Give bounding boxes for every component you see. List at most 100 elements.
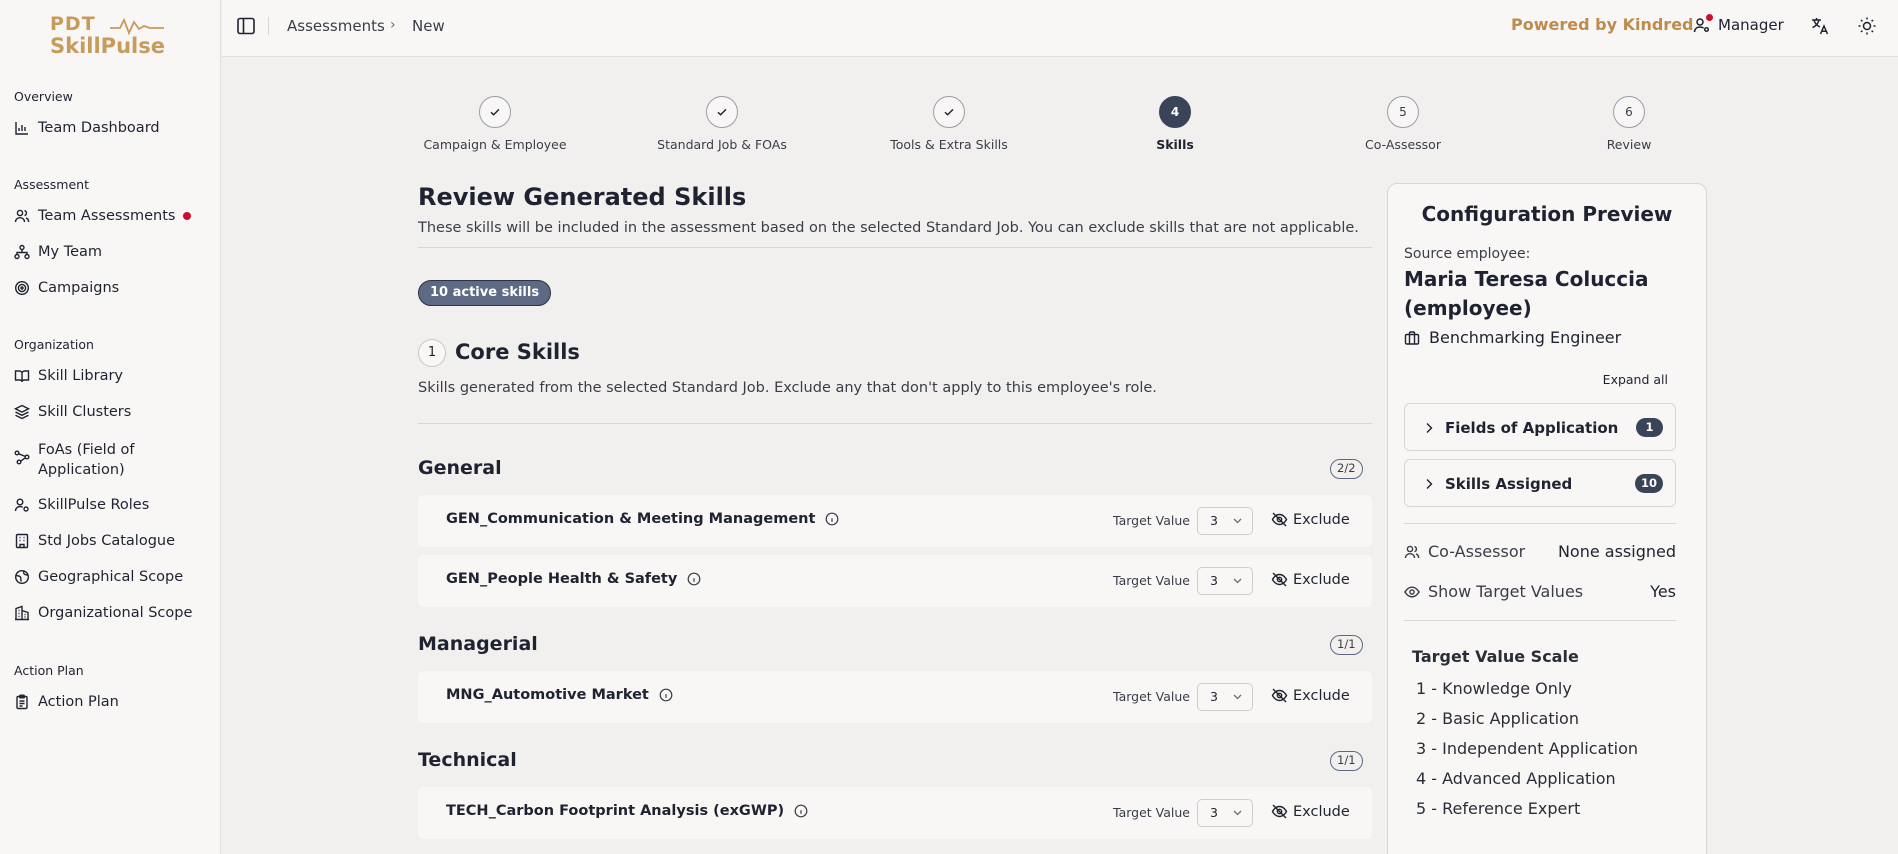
user-role-icon <box>1693 14 1713 34</box>
eye-off-icon <box>1271 572 1288 587</box>
show-target-values-row: Show Target Values Yes <box>1404 582 1676 601</box>
step-label: Review <box>1606 137 1652 152</box>
step-review[interactable]: 6 Review <box>1539 96 1719 152</box>
sidebar-item-organizational-scope[interactable]: Organizational Scope <box>14 605 192 621</box>
sidebar-item-label: Geographical Scope <box>38 569 184 585</box>
skill-row: MNG_Automotive Market Target Value 3 Exc… <box>418 671 1372 723</box>
accordion-skills-assigned[interactable]: Skills Assigned 10 <box>1404 459 1676 507</box>
user-cog-icon <box>14 498 29 512</box>
role-switcher[interactable]: Manager <box>1693 14 1784 34</box>
brand-logo[interactable]: PDT SkillPulse <box>50 14 170 58</box>
info-icon[interactable] <box>659 688 673 702</box>
target-value-select[interactable]: 3 <box>1197 567 1253 595</box>
step-number: 4 <box>1159 96 1191 128</box>
step-number: 5 <box>1387 96 1419 128</box>
skill-row: GEN_Communication & Meeting Management T… <box>418 495 1372 547</box>
info-icon[interactable] <box>687 572 701 586</box>
sidebar-toggle-icon[interactable] <box>236 16 256 36</box>
notification-dot <box>183 212 192 220</box>
office-building-icon <box>15 605 29 621</box>
sidebar-item-label: Organizational Scope <box>38 605 193 621</box>
step-check-icon <box>479 96 511 128</box>
step-tools-extra-skills[interactable]: Tools & Extra Skills <box>859 96 1039 152</box>
exclude-button[interactable]: Exclude <box>1271 687 1350 704</box>
sidebar-item-skill-clusters[interactable]: Skill Clusters <box>14 404 131 420</box>
sidebar-item-label: Skill Clusters <box>38 404 132 420</box>
configuration-preview-panel: Configuration Preview Source employee: M… <box>1387 183 1707 854</box>
sidebar-item-team-assessments[interactable]: Team Assessments <box>14 208 192 224</box>
sidebar-item-label: Skill Library <box>38 368 123 384</box>
nav-section-assessment: Assessment <box>14 177 89 192</box>
exclude-button[interactable]: Exclude <box>1271 571 1350 588</box>
sidebar-item-label: Campaigns <box>38 280 120 296</box>
sidebar-item-foas[interactable]: FoAs (Field of Application) <box>14 440 184 480</box>
target-value-label: Target Value <box>1113 689 1190 704</box>
sidebar-item-action-plan[interactable]: Action Plan <box>14 694 119 710</box>
users-icon <box>14 209 30 223</box>
open-book-icon <box>14 370 30 383</box>
scale-item: 5 - Reference Expert <box>1416 799 1581 818</box>
sidebar-item-campaigns[interactable]: Campaigns <box>14 280 119 296</box>
config-title: Configuration Preview <box>1421 202 1673 226</box>
accordion-label: Fields of Application <box>1445 419 1619 437</box>
role-alert-dot <box>1706 14 1713 21</box>
section-title: Core Skills <box>455 340 580 364</box>
scale-item: 3 - Independent Application <box>1416 739 1639 758</box>
nav-section-action-plan: Action Plan <box>14 663 84 678</box>
target-value-select[interactable]: 3 <box>1197 507 1253 535</box>
skill-name: GEN_Communication & Meeting Management <box>446 511 839 527</box>
sidebar-item-team-dashboard[interactable]: Team Dashboard <box>14 120 160 136</box>
translate-icon[interactable] <box>1810 16 1830 36</box>
bar-chart-icon <box>15 122 28 135</box>
section-number: 1 <box>418 339 446 367</box>
step-campaign-employee[interactable]: Campaign & Employee <box>405 96 585 152</box>
skill-row: TECH_Carbon Footprint Analysis (exGWP) T… <box>418 787 1372 839</box>
sidebar-item-my-team[interactable]: My Team <box>14 244 102 260</box>
sun-icon[interactable] <box>1857 16 1877 36</box>
page-title: Review Generated Skills <box>418 183 747 211</box>
target-value-select[interactable]: 3 <box>1197 683 1253 711</box>
breadcrumb-assessments[interactable]: Assessments <box>287 17 385 35</box>
page-subtitle: These skills will be included in the ass… <box>418 220 1359 236</box>
exclude-button[interactable]: Exclude <box>1271 511 1350 528</box>
scale-item: 2 - Basic Application <box>1416 709 1579 728</box>
expand-all-button[interactable]: Expand all <box>1603 372 1668 387</box>
group-count-badge: 1/1 <box>1330 751 1363 771</box>
info-icon[interactable] <box>825 512 839 526</box>
target-value-scale-title: Target Value Scale <box>1412 647 1579 666</box>
sidebar-item-geographical-scope[interactable]: Geographical Scope <box>14 569 183 585</box>
sidebar-item-skill-library[interactable]: Skill Library <box>14 368 123 384</box>
target-value-select[interactable]: 3 <box>1197 799 1253 827</box>
sidebar-item-std-jobs[interactable]: Std Jobs Catalogue <box>14 533 175 549</box>
group-title-managerial: Managerial <box>418 633 538 655</box>
step-label: Co-Assessor <box>1365 137 1441 152</box>
step-standard-job[interactable]: Standard Job & FOAs <box>632 96 812 152</box>
step-check-icon <box>933 96 965 128</box>
info-icon[interactable] <box>794 804 808 818</box>
eye-off-icon <box>1271 512 1288 527</box>
exclude-button[interactable]: Exclude <box>1271 803 1350 820</box>
sidebar-item-label: My Team <box>38 244 103 260</box>
pulse-icon <box>110 17 164 36</box>
eye-off-icon <box>1271 804 1288 819</box>
breadcrumb-new: New <box>412 17 445 35</box>
step-skills[interactable]: 4 Skills <box>1085 96 1265 152</box>
accordion-fields-of-application[interactable]: Fields of Application 1 <box>1404 403 1676 451</box>
step-label: Tools & Extra Skills <box>890 137 1008 152</box>
sidebar-item-skillpulse-roles[interactable]: SkillPulse Roles <box>14 497 149 513</box>
scale-item: 4 - Advanced Application <box>1416 769 1616 788</box>
active-skills-badge: 10 active skills <box>418 280 552 306</box>
step-check-icon <box>706 96 738 128</box>
sidebar-item-label: Std Jobs Catalogue <box>38 533 176 549</box>
powered-by-text: Powered by Kindred <box>1511 15 1694 34</box>
source-employee-label: Source employee: <box>1404 246 1531 262</box>
target-value-label: Target Value <box>1113 513 1190 528</box>
skill-name: MNG_Automotive Market <box>446 687 673 703</box>
chevron-right-icon <box>1426 423 1433 433</box>
step-co-assessor[interactable]: 5 Co-Assessor <box>1313 96 1493 152</box>
skill-name: GEN_People Health & Safety <box>446 571 701 587</box>
employee-job: Benchmarking Engineer <box>1404 328 1621 347</box>
accordion-count-badge: 1 <box>1636 418 1663 437</box>
clipboard-list-icon <box>16 694 28 710</box>
accordion-count-badge: 10 <box>1634 474 1663 493</box>
